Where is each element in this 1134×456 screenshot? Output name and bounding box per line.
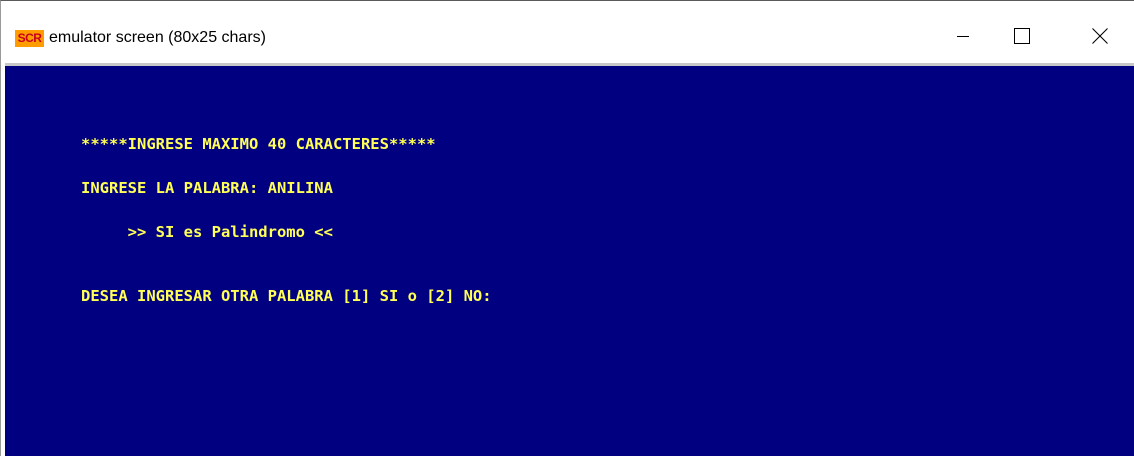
close-icon <box>1092 28 1108 44</box>
console-line-result: >> SI es Palindromo << <box>81 223 333 241</box>
console-line-header: *****INGRESE MAXIMO 40 CARACTERES***** <box>81 135 436 153</box>
minimize-icon <box>957 36 969 37</box>
app-icon-label: SCR <box>17 31 42 45</box>
maximize-icon <box>1014 28 1030 44</box>
console-line-input-word: INGRESE LA PALABRA: ANILINA <box>81 179 333 197</box>
console-line-prompt: DESEA INGRESAR OTRA PALABRA [1] SI o [2]… <box>81 287 492 305</box>
minimize-button[interactable] <box>935 16 991 56</box>
title-bar[interactable]: SCR emulator screen (80x25 chars) <box>1 1 1134 63</box>
console-screen[interactable]: *****INGRESE MAXIMO 40 CARACTERES***** I… <box>5 66 1134 456</box>
close-button[interactable] <box>1072 16 1128 56</box>
window-title: emulator screen (80x25 chars) <box>49 29 266 46</box>
app-icon[interactable]: SCR <box>15 30 44 47</box>
maximize-button[interactable] <box>994 16 1050 56</box>
emulator-window: SCR emulator screen (80x25 chars) *****I… <box>0 0 1134 456</box>
